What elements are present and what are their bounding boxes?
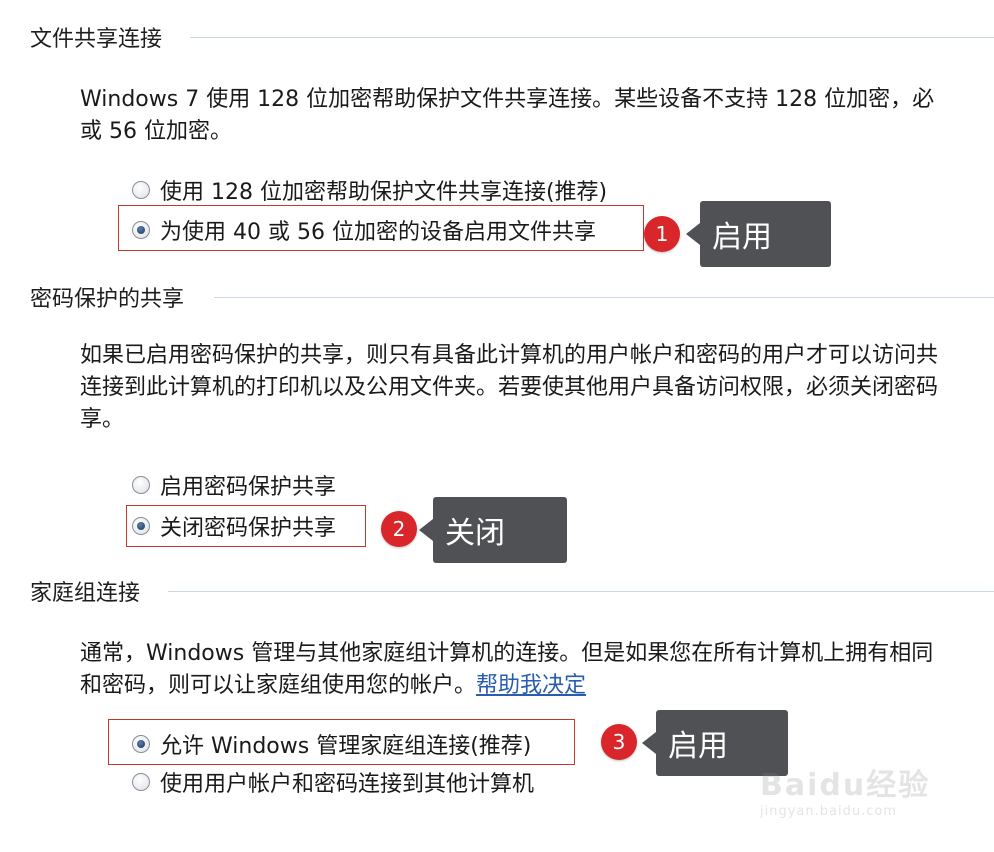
section-header-file-sharing: 文件共享连接 xyxy=(30,22,162,52)
radio-selected-icon[interactable] xyxy=(132,221,150,239)
radio-label: 使用用户帐户和密码连接到其他计算机 xyxy=(160,772,535,797)
radio-unselected-icon[interactable] xyxy=(132,773,150,791)
callout-text: 启用 xyxy=(668,729,728,764)
callout-text: 启用 xyxy=(712,220,772,255)
description-line: 通常，Windows 管理与其他家庭组计算机的连接。但是如果您在所有计算机上拥有… xyxy=(80,641,934,666)
radio-label: 允许 Windows 管理家庭组连接(推荐) xyxy=(160,734,532,759)
radio-unselected-icon[interactable] xyxy=(132,476,150,494)
password-sharing-description: 如果已启用密码保护的共享，则只有具备此计算机的用户帐户和密码的用户才可以访问共 … xyxy=(80,340,994,436)
radio-label: 使用 128 位加密帮助保护文件共享连接(推荐) xyxy=(160,180,608,205)
section-title-homegroup: 家庭组连接 xyxy=(30,581,141,606)
file-sharing-description: Windows 7 使用 128 位加密帮助保护文件共享连接。某些设备不支持 1… xyxy=(80,84,994,148)
description-line: Windows 7 使用 128 位加密帮助保护文件共享连接。某些设备不支持 1… xyxy=(80,87,935,112)
radio-disable-password-sharing[interactable]: 关闭密码保护共享 xyxy=(132,510,336,542)
radio-unselected-icon[interactable] xyxy=(132,181,150,199)
watermark-logo-text: Baidu经验 xyxy=(760,768,931,803)
radio-label: 关闭密码保护共享 xyxy=(160,516,337,541)
radio-enable-password-sharing[interactable]: 启用密码保护共享 xyxy=(132,469,336,501)
homegroup-description: 通常，Windows 管理与其他家庭组计算机的连接。但是如果您在所有计算机上拥有… xyxy=(80,638,994,702)
radio-label: 启用密码保护共享 xyxy=(160,475,337,500)
annotation-callout-1: 启用 xyxy=(686,201,831,267)
radio-40-56bit-encryption[interactable]: 为使用 40 或 56 位加密的设备启用文件共享 xyxy=(132,214,596,246)
description-line: 或 56 位加密。 xyxy=(80,119,232,144)
radio-128bit-encryption[interactable]: 使用 128 位加密帮助保护文件共享连接(推荐) xyxy=(132,174,607,206)
description-line: 连接到此计算机的打印机以及公用文件夹。若要使其他用户具备访问权限，必须关闭密码 xyxy=(80,375,939,400)
watermark-url: jingyan.baidu.com xyxy=(760,804,897,819)
description-line: 享。 xyxy=(80,407,125,432)
annotation-callout-2: 关闭 xyxy=(419,497,567,563)
baidu-jingyan-watermark: Baidu经验 jingyan.baidu.com xyxy=(760,760,940,820)
radio-selected-icon[interactable] xyxy=(132,517,150,535)
radio-allow-windows-manage-homegroup[interactable]: 允许 Windows 管理家庭组连接(推荐) xyxy=(132,728,531,760)
radio-selected-icon[interactable] xyxy=(132,735,150,753)
radio-label: 为使用 40 或 56 位加密的设备启用文件共享 xyxy=(160,220,596,245)
section-title-password-sharing: 密码保护的共享 xyxy=(30,287,185,312)
annotation-badge-1: 1 xyxy=(644,216,680,252)
description-line: 如果已启用密码保护的共享，则只有具备此计算机的用户帐户和密码的用户才可以访问共 xyxy=(80,343,939,368)
section-divider xyxy=(214,297,994,298)
section-divider xyxy=(168,591,994,592)
section-title-file-sharing: 文件共享连接 xyxy=(30,27,163,52)
radio-use-user-accounts[interactable]: 使用用户帐户和密码连接到其他计算机 xyxy=(132,766,534,798)
section-header-homegroup: 家庭组连接 xyxy=(30,576,140,606)
section-divider xyxy=(190,37,994,38)
callout-text: 关闭 xyxy=(445,516,505,551)
section-header-password-sharing: 密码保护的共享 xyxy=(30,282,184,312)
description-line-with-link: 和密码，则可以让家庭组使用您的帐户。帮助我决定 xyxy=(80,670,994,702)
help-me-decide-link[interactable]: 帮助我决定 xyxy=(476,673,586,698)
description-text: 和密码，则可以让家庭组使用您的帐户。 xyxy=(80,673,477,698)
annotation-badge-3: 3 xyxy=(601,724,637,760)
annotation-badge-2: 2 xyxy=(381,511,417,547)
